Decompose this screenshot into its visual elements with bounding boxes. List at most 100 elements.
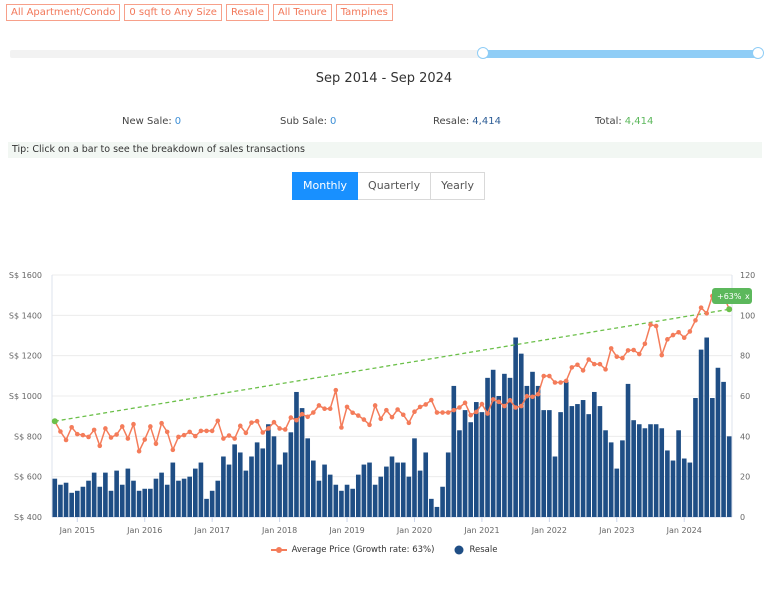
resale-bar[interactable] — [103, 472, 108, 517]
resale-bar[interactable] — [614, 468, 620, 517]
resale-bar[interactable] — [311, 460, 316, 517]
resale-bar[interactable] — [204, 498, 209, 517]
resale-bar[interactable] — [80, 486, 86, 517]
resale-bar[interactable] — [670, 460, 676, 517]
resale-bar[interactable] — [513, 337, 518, 517]
resale-bar[interactable] — [97, 486, 103, 517]
resale-bar[interactable] — [417, 470, 423, 517]
resale-bar[interactable] — [631, 420, 636, 517]
resale-bar[interactable] — [327, 474, 333, 517]
resale-bar[interactable] — [462, 410, 468, 517]
resale-bar[interactable] — [176, 480, 181, 517]
resale-bar[interactable] — [260, 448, 266, 517]
resale-bar[interactable] — [412, 438, 417, 517]
resale-bar[interactable] — [715, 367, 721, 517]
resale-bar[interactable] — [676, 430, 681, 517]
resale-bar[interactable] — [569, 406, 575, 517]
filter-property-type[interactable]: All Apartment/Condo — [6, 4, 121, 21]
resale-bar[interactable] — [687, 462, 693, 517]
resale-bar[interactable] — [58, 484, 63, 517]
resale-bar[interactable] — [74, 490, 80, 517]
resale-bar[interactable] — [558, 412, 563, 517]
resale-bar[interactable] — [339, 490, 344, 517]
resale-bar[interactable] — [502, 373, 507, 517]
resale-bar[interactable] — [389, 456, 395, 518]
resale-bar[interactable] — [322, 464, 327, 517]
resale-bar[interactable] — [288, 432, 294, 517]
resale-bar[interactable] — [131, 480, 136, 517]
resale-bar[interactable] — [625, 383, 631, 517]
resale-bar[interactable] — [406, 476, 412, 517]
resale-bar[interactable] — [277, 464, 282, 517]
resale-bar[interactable] — [164, 484, 170, 517]
resale-bar[interactable] — [659, 428, 665, 517]
resale-bar[interactable] — [608, 442, 614, 517]
resale-bar[interactable] — [254, 442, 260, 517]
resale-bar[interactable] — [344, 484, 350, 517]
resale-bar[interactable] — [586, 414, 592, 517]
resale-bar[interactable] — [108, 490, 114, 517]
resale-bar[interactable] — [440, 486, 445, 517]
resale-bar[interactable] — [721, 381, 726, 517]
resale-bar[interactable] — [400, 462, 406, 517]
resale-bar[interactable] — [473, 402, 479, 517]
resale-bar[interactable] — [350, 488, 355, 517]
yearly-button[interactable]: Yearly — [431, 172, 485, 200]
resale-bar[interactable] — [636, 424, 642, 517]
resale-bar[interactable] — [181, 478, 187, 517]
resale-bar[interactable] — [69, 492, 74, 517]
resale-bar[interactable] — [119, 484, 125, 517]
resale-bar[interactable] — [479, 412, 485, 517]
resale-bar[interactable] — [552, 456, 558, 518]
legend-resale[interactable]: Resale — [454, 545, 497, 555]
resale-bar[interactable] — [125, 468, 131, 517]
resale-bar[interactable] — [580, 400, 586, 517]
filter-sale-type[interactable]: Resale — [225, 4, 269, 21]
resale-bar[interactable] — [52, 478, 58, 517]
resale-bar[interactable] — [372, 484, 378, 517]
resale-bar[interactable] — [726, 436, 732, 517]
resale-bar[interactable] — [648, 424, 653, 517]
resale-bar[interactable] — [434, 506, 440, 517]
resale-bar[interactable] — [490, 369, 496, 517]
resale-bar[interactable] — [698, 349, 704, 517]
resale-bar[interactable] — [316, 480, 322, 517]
close-icon[interactable]: x — [745, 292, 750, 301]
resale-bar[interactable] — [547, 410, 552, 517]
filter-size[interactable]: 0 sqft to Any Size — [124, 4, 222, 21]
date-range-slider[interactable] — [10, 47, 764, 59]
resale-bar[interactable] — [395, 462, 400, 517]
resale-bar[interactable] — [541, 410, 547, 517]
resale-bar[interactable] — [355, 474, 361, 517]
resale-bar[interactable] — [620, 440, 625, 517]
resale-bar[interactable] — [530, 371, 535, 517]
resale-bar[interactable] — [603, 430, 608, 517]
monthly-button[interactable]: Monthly — [292, 172, 359, 200]
resale-bar[interactable] — [653, 424, 659, 517]
resale-bar[interactable] — [563, 381, 569, 517]
resale-bar[interactable] — [209, 490, 215, 517]
resale-bar[interactable] — [91, 472, 97, 517]
resale-bar[interactable] — [249, 456, 254, 518]
resale-bar[interactable] — [445, 452, 451, 517]
resale-bar[interactable] — [170, 462, 176, 517]
resale-bar[interactable] — [704, 337, 710, 517]
resale-bar[interactable] — [148, 488, 153, 517]
resale-bar[interactable] — [378, 476, 384, 517]
filter-location[interactable]: Tampines — [335, 4, 393, 21]
resale-bar[interactable] — [266, 424, 271, 517]
resale-bar[interactable] — [524, 385, 530, 517]
resale-bar[interactable] — [681, 458, 687, 517]
resale-bar[interactable] — [114, 470, 119, 517]
resale-bar[interactable] — [496, 396, 502, 517]
resale-bar[interactable] — [642, 428, 648, 517]
quarterly-button[interactable]: Quarterly — [358, 172, 432, 200]
resale-bar[interactable] — [187, 476, 192, 517]
resale-bar[interactable] — [299, 408, 305, 517]
resale-bar[interactable] — [592, 391, 597, 517]
resale-bar[interactable] — [305, 438, 311, 517]
slider-start-handle[interactable] — [477, 47, 489, 59]
resale-bar[interactable] — [485, 377, 490, 517]
resale-bar[interactable] — [232, 444, 237, 517]
legend-average-price[interactable]: Average Price (Growth rate: 63%) — [270, 545, 434, 555]
